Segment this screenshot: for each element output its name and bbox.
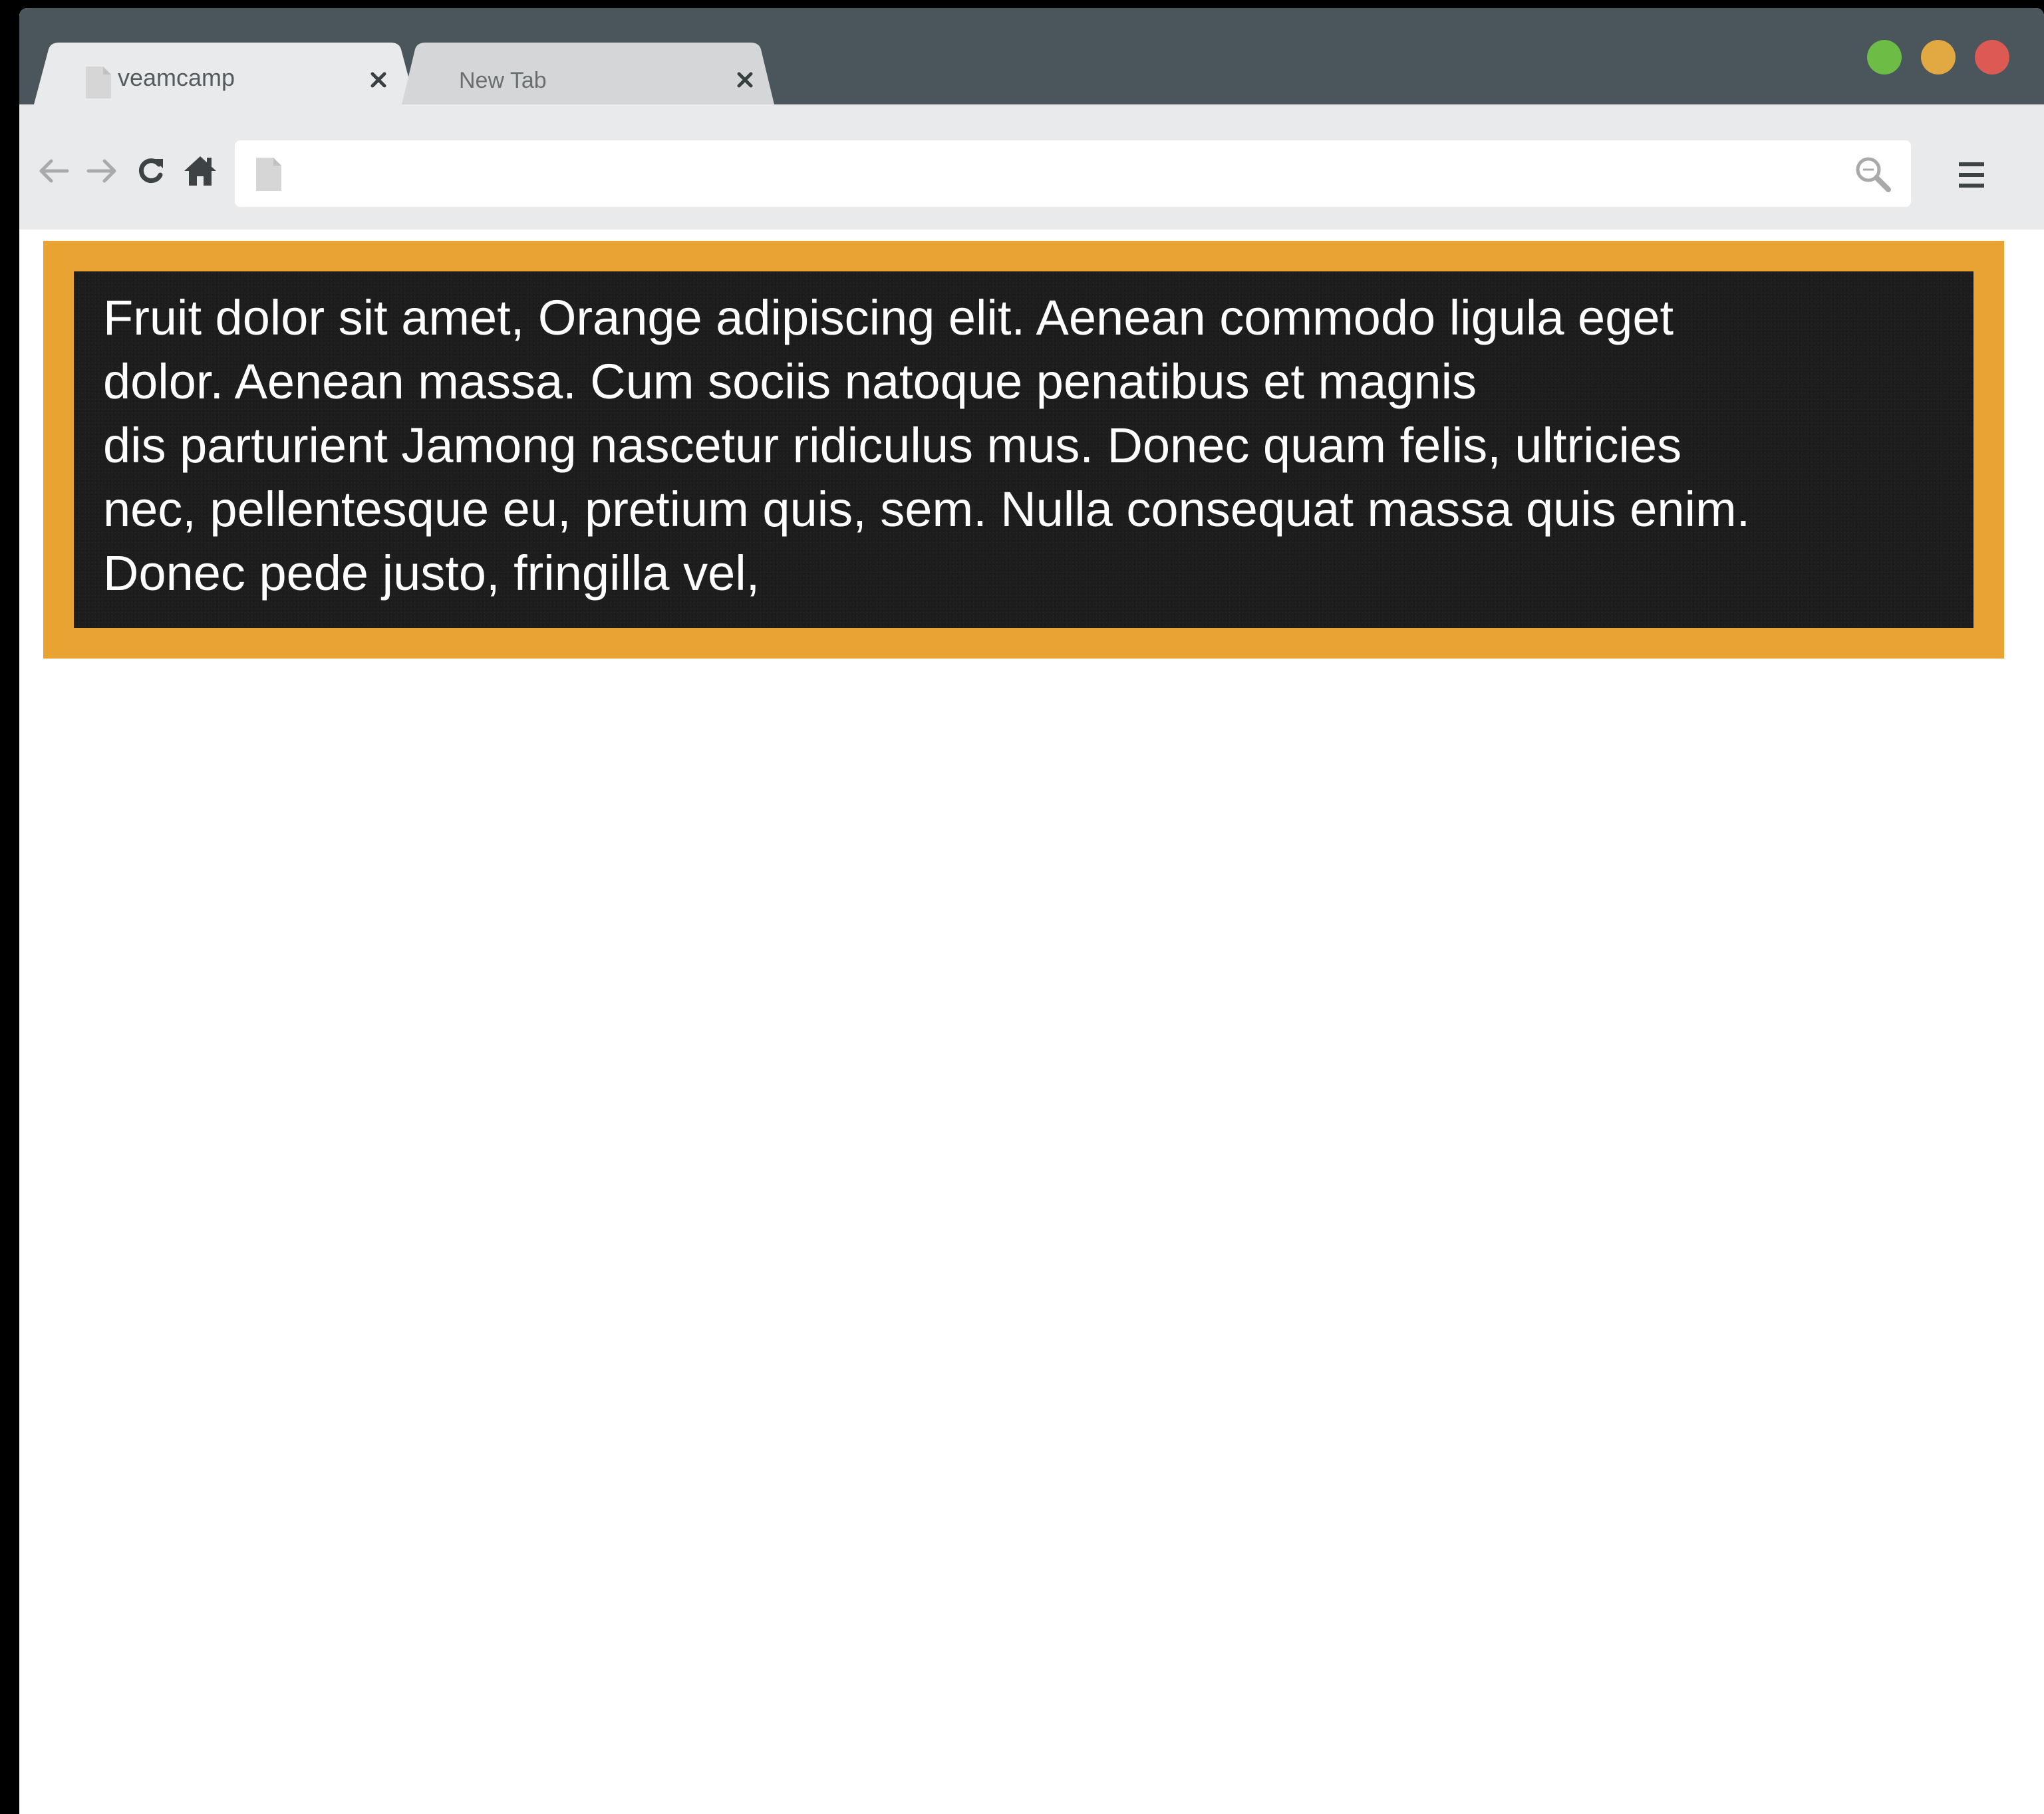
- minimize-window-button[interactable]: [1921, 40, 1956, 75]
- page-file-icon: [256, 158, 281, 191]
- address-bar[interactable]: [235, 140, 1911, 207]
- page-content: Fruit dolor sit amet, Orange adipiscing …: [19, 229, 2044, 1814]
- paragraph-line: Fruit dolor sit amet, Orange adipiscing …: [103, 290, 1674, 345]
- url-input[interactable]: [295, 154, 1827, 195]
- home-icon[interactable]: [182, 152, 219, 190]
- tab-strip: veamcamp New Tab: [19, 8, 2044, 104]
- maximize-window-button[interactable]: [1867, 40, 1902, 75]
- paragraph-line: Donec pede justo, fringilla vel,: [103, 545, 760, 601]
- reload-icon[interactable]: [132, 152, 170, 190]
- tab-new-tab[interactable]: New Tab: [402, 43, 774, 104]
- close-tab-icon[interactable]: [733, 68, 757, 92]
- hamburger-menu-icon[interactable]: [1958, 161, 1985, 189]
- tab-title: New Tab: [459, 68, 547, 93]
- orange-frame: Fruit dolor sit amet, Orange adipiscing …: [43, 241, 2004, 659]
- lorem-paragraph: Fruit dolor sit amet, Orange adipiscing …: [103, 286, 1959, 605]
- tab-veamcamp[interactable]: veamcamp: [34, 43, 416, 104]
- tab-title: veamcamp: [118, 64, 235, 91]
- close-window-button[interactable]: [1975, 40, 2009, 75]
- page-file-icon: [86, 67, 111, 98]
- paragraph-line: dolor. Aenean massa. Cum sociis natoque …: [103, 354, 1477, 409]
- tab-background: [402, 43, 774, 104]
- browser-window: veamcamp New Tab Fruit dolor sit amet, O…: [19, 8, 2044, 1814]
- close-tab-icon[interactable]: [366, 68, 390, 92]
- paragraph-line: dis parturient Jamong nascetur ridiculus…: [103, 418, 1682, 473]
- back-arrow-icon[interactable]: [35, 152, 73, 190]
- search-icon[interactable]: [1854, 155, 1892, 194]
- browser-toolbar: [19, 104, 2044, 229]
- paragraph-line: nec, pellentesque eu, pretium quis, sem.…: [103, 482, 1751, 537]
- forward-arrow-icon[interactable]: [83, 152, 120, 190]
- text-box: Fruit dolor sit amet, Orange adipiscing …: [74, 271, 1973, 628]
